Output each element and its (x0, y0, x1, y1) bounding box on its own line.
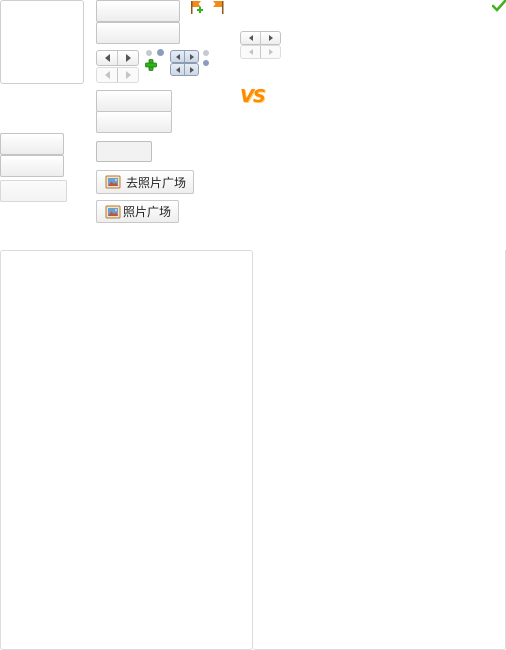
pager-arrows-pressed[interactable] (170, 63, 199, 76)
photo-icon (105, 204, 121, 220)
arrow-right-icon (189, 53, 194, 60)
checkmark-icon (491, 0, 506, 12)
pager-next-button[interactable] (184, 64, 198, 75)
pager-next-button[interactable] (117, 51, 138, 65)
pager-next-button-disabled (117, 68, 138, 82)
preview-panel (0, 0, 84, 84)
arrow-right-icon (268, 35, 273, 41)
sprite-button-left-disabled (0, 180, 67, 202)
arrow-left-icon (104, 54, 110, 62)
pager-next-button[interactable] (184, 51, 198, 62)
go-photo-square-label: 去照片广场 (126, 175, 187, 190)
pager-prev-button[interactable] (171, 51, 184, 62)
pager-next-button[interactable] (260, 32, 280, 44)
page-dot-active[interactable] (157, 49, 164, 56)
arrow-left-icon (248, 35, 253, 41)
sprite-button-mid[interactable] (96, 90, 172, 112)
sprite-button-left[interactable] (0, 133, 64, 155)
pager-prev-button-disabled (97, 68, 117, 82)
pager-arrows[interactable] (96, 50, 139, 66)
arrow-right-icon (268, 49, 273, 55)
page-dot-inactive[interactable] (146, 50, 152, 56)
arrow-right-icon (189, 66, 194, 73)
sprite-button-top-pressed[interactable] (96, 22, 180, 44)
go-photo-square-button[interactable]: 去照片广场 (96, 170, 194, 194)
photo-icon (105, 174, 121, 190)
sprite-button-left-pressed[interactable] (0, 155, 64, 177)
pager-prev-button[interactable] (171, 64, 184, 75)
sprite-button-mid-pressed[interactable] (96, 111, 172, 133)
pager-arrows-disabled (96, 67, 139, 83)
photo-square-button[interactable]: 照片广场 (96, 200, 179, 223)
arrow-left-icon (248, 49, 253, 55)
vs-badge: VS (240, 86, 266, 107)
page-dot-inactive[interactable] (203, 50, 209, 56)
pager-arrows-hover[interactable] (170, 50, 199, 63)
pager-prev-button[interactable] (97, 51, 117, 65)
flag-add-icon[interactable] (189, 0, 205, 16)
arrow-left-icon (175, 66, 180, 73)
page-dot-active[interactable] (203, 60, 209, 66)
content-panel-right (253, 250, 506, 650)
pager-prev-button[interactable] (241, 32, 260, 44)
arrow-right-icon (125, 54, 131, 62)
flag-icon[interactable] (211, 0, 227, 16)
photo-square-label: 照片广场 (123, 205, 172, 219)
content-panel-left (0, 250, 253, 650)
sprite-button-top[interactable] (96, 0, 180, 22)
arrow-right-icon (125, 71, 131, 79)
pager-prev-button-disabled (241, 46, 260, 58)
arrow-left-icon (104, 71, 110, 79)
sprite-button-small[interactable] (96, 141, 152, 162)
pager-arrows-small-disabled (240, 45, 281, 59)
arrow-left-icon (175, 53, 180, 60)
plus-icon[interactable] (145, 59, 157, 71)
pager-next-button-disabled (260, 46, 280, 58)
pager-arrows-small[interactable] (240, 31, 281, 45)
